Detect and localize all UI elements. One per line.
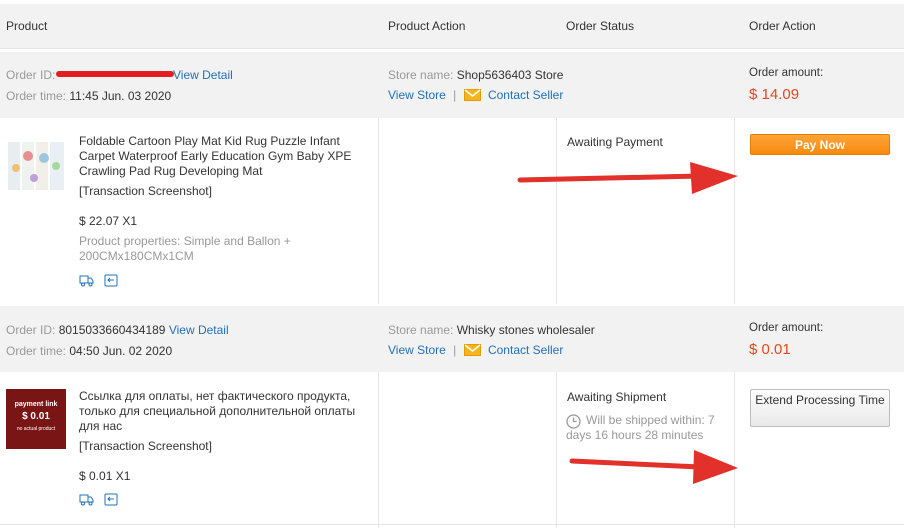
arrow-annotation-layer (517, 162, 738, 484)
orders-table: Product Product Action Order Status Orde… (0, 0, 904, 528)
arrow-annotation-1 (517, 162, 738, 194)
arrow-annotation-2 (569, 450, 738, 484)
